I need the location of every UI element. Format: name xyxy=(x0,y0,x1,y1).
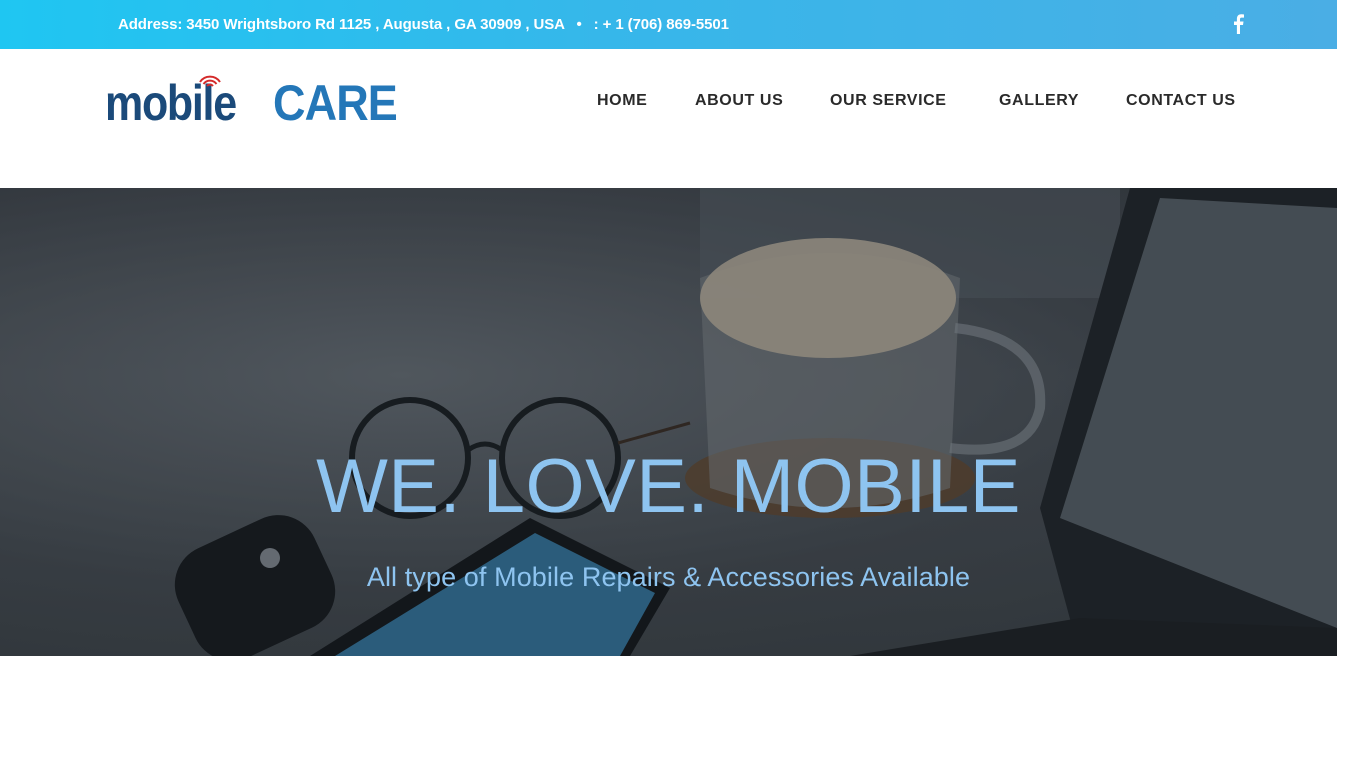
nav-home[interactable]: HOME xyxy=(597,92,647,110)
site-header: mobile CARE HOME ABOUT US OUR SERVICE GA… xyxy=(0,49,1337,188)
nav-our-service[interactable]: OUR SERVICE xyxy=(830,92,947,110)
hero-headline: WE. LOVE. MOBILE xyxy=(316,444,1021,529)
nav-gallery[interactable]: GALLERY xyxy=(999,92,1079,110)
facebook-icon[interactable] xyxy=(1226,12,1250,36)
logo[interactable]: mobile CARE xyxy=(105,74,398,131)
nav-contact-us[interactable]: CONTACT US xyxy=(1126,92,1236,110)
address-text: Address: 3450 Wrightsboro Rd 1125 , Augu… xyxy=(118,16,565,33)
signal-icon xyxy=(199,75,221,87)
separator-dot: • xyxy=(576,16,582,33)
hero-banner: WE. LOVE. MOBILE All type of Mobile Repa… xyxy=(0,188,1337,656)
contact-info: Address: 3450 Wrightsboro Rd 1125 , Augu… xyxy=(118,16,729,33)
hero-subheadline: All type of Mobile Repairs & Accessories… xyxy=(366,562,971,592)
nav-about-us[interactable]: ABOUT US xyxy=(695,92,783,110)
phone-text[interactable]: : + 1 (706) 869-5501 xyxy=(594,16,729,33)
logo-word-care: CARE xyxy=(273,75,398,131)
top-info-bar: Address: 3450 Wrightsboro Rd 1125 , Augu… xyxy=(0,0,1337,49)
